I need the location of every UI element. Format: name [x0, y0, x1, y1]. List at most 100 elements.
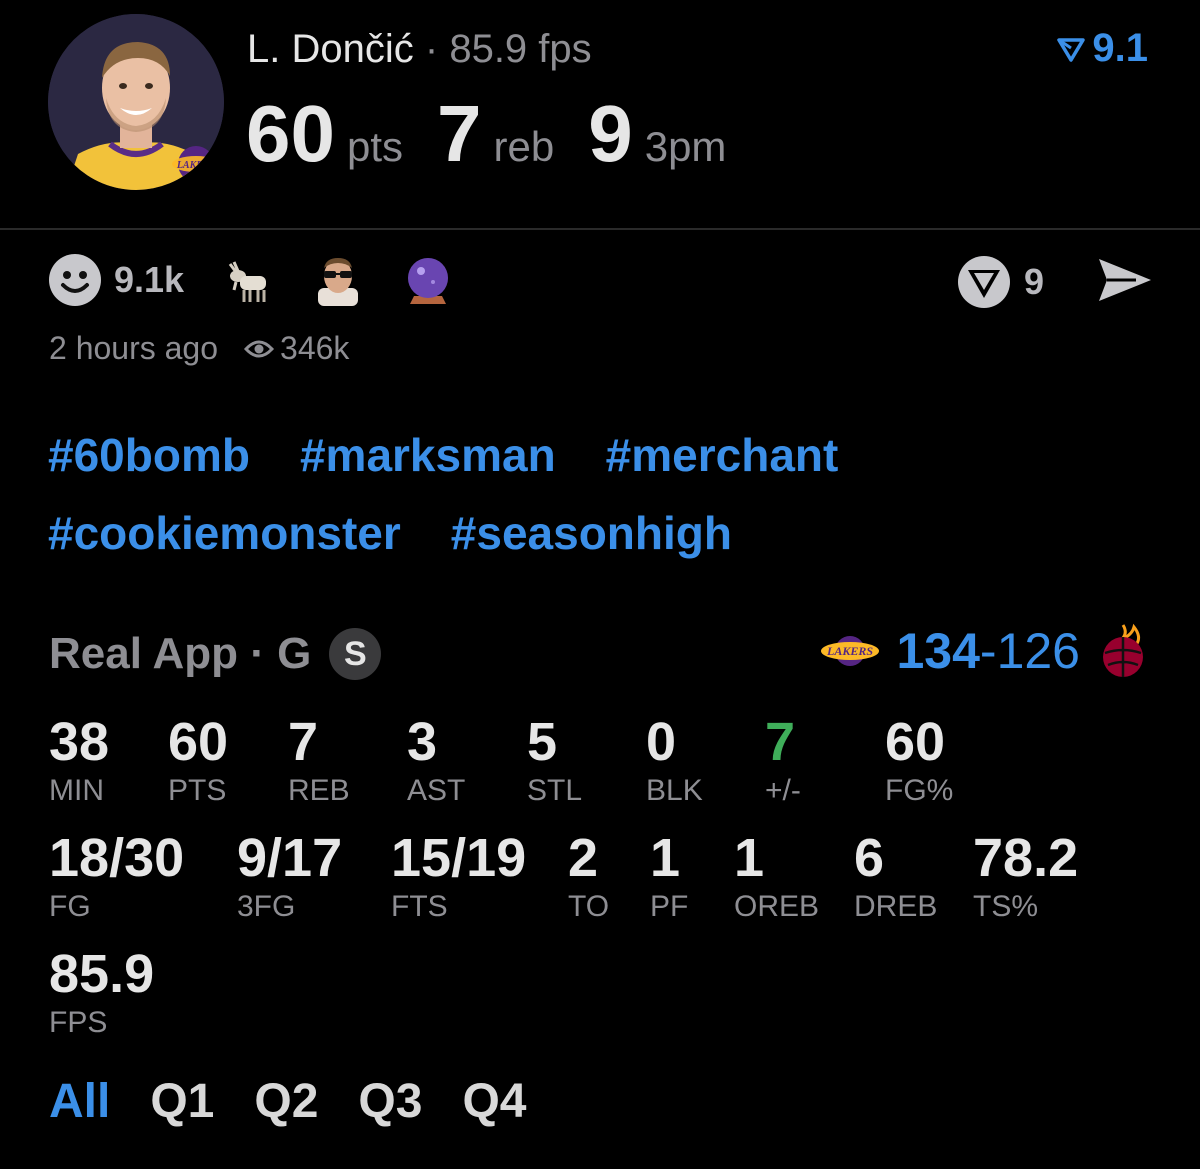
stat-fts: 15/19 FTS — [391, 828, 526, 924]
player-name[interactable]: L. Dončić — [247, 27, 414, 71]
stat-value: 85.9 — [49, 944, 155, 1004]
stat-fg-pct: 60 FG% — [885, 712, 953, 808]
stat-value: 9/17 — [237, 828, 343, 888]
stat-ast: 3 AST — [407, 712, 465, 808]
headline-stat-unit: 3pm — [644, 123, 727, 170]
hashtag[interactable]: #cookiemonster — [48, 506, 401, 584]
headline-stat-value: 7 — [437, 89, 482, 178]
tab-q3[interactable]: Q3 — [358, 1074, 422, 1129]
stat-value: 3 — [407, 712, 438, 772]
stat-value: 18/30 — [49, 828, 185, 888]
svg-text:LAKERS: LAKERS — [176, 160, 216, 171]
goat-emoji-icon[interactable] — [222, 254, 274, 306]
rating-value: 9.1 — [1092, 26, 1148, 70]
svg-text:LAKERS: LAKERS — [826, 644, 873, 658]
stat-fps: 85.9 FPS — [49, 944, 154, 1040]
stat-label: 3FG — [237, 890, 296, 923]
hashtag-row: #cookiemonster #seasonhigh — [48, 506, 1148, 584]
eye-icon — [244, 340, 275, 357]
stat-value: 78.2 — [973, 828, 1079, 888]
stat-value: 15/19 — [391, 828, 527, 888]
home-score: 134 — [896, 623, 980, 679]
stat-oreb: 1 OREB — [734, 828, 819, 924]
stat-min: 38 MIN — [49, 712, 109, 808]
send-icon[interactable] — [1096, 256, 1154, 304]
stat-label: PF — [650, 890, 689, 923]
hashtag[interactable]: #60bomb — [48, 428, 250, 506]
vote-count: 9 — [1024, 261, 1045, 302]
stat-ts-pct: 78.2 TS% — [973, 828, 1078, 924]
stat-label: MIN — [49, 774, 104, 807]
vote-badge[interactable]: 9 — [956, 254, 1044, 310]
player-avatar[interactable]: LAKERS — [48, 14, 224, 190]
post-meta: 2 hours ago 346k — [49, 330, 349, 367]
rating-badge[interactable]: 9.1 — [1056, 26, 1148, 71]
stat-plus-minus: 7 +/- — [765, 712, 801, 808]
time-ago: 2 hours ago — [49, 330, 219, 366]
period-tabs: All Q1 Q2 Q3 Q4 — [49, 1074, 566, 1129]
s-badge[interactable]: S — [329, 628, 382, 680]
tab-q4[interactable]: Q4 — [462, 1074, 526, 1129]
stat-label: BLK — [646, 774, 703, 807]
away-score: 126 — [996, 623, 1080, 679]
stat-pts: 60 PTS — [168, 712, 228, 808]
stat-value: 1 — [734, 828, 765, 888]
stat-value: 2 — [568, 828, 599, 888]
reaction-count: 9.1k — [114, 259, 185, 300]
game-score[interactable]: LAKERS 134 - 126 — [820, 622, 1148, 680]
stat-value: 1 — [650, 828, 681, 888]
stat-to: 2 TO — [568, 828, 609, 924]
fantasy-points: 85.9 fps — [449, 27, 592, 71]
stat-value: 0 — [646, 712, 677, 772]
stat-value: 7 — [288, 712, 319, 772]
crystal-ball-emoji-icon[interactable] — [402, 254, 454, 306]
headline-stat-value: 60 — [246, 89, 335, 178]
headline-stat-unit: reb — [493, 123, 555, 170]
stat-value: 60 — [168, 712, 229, 772]
player-name-row: L. Dončić · 85.9 fps — [247, 26, 592, 72]
smile-reaction-icon[interactable] — [48, 253, 102, 307]
sunglasses-face-emoji-icon[interactable] — [312, 254, 364, 306]
app-label: Real App · G — [49, 629, 312, 678]
stat-blk: 0 BLK — [646, 712, 703, 808]
hashtag-row: #60bomb #marksman #merchant — [48, 428, 1148, 506]
hashtag[interactable]: #seasonhigh — [451, 506, 732, 584]
header-divider — [0, 228, 1200, 230]
stat-label: STL — [527, 774, 583, 807]
stat-label: TO — [568, 890, 610, 923]
stat-3fg: 9/17 3FG — [237, 828, 342, 924]
stat-value: 5 — [527, 712, 558, 772]
hashtags: #60bomb #marksman #merchant #cookiemonst… — [48, 428, 1148, 584]
stat-value: 6 — [854, 828, 885, 888]
tab-q1[interactable]: Q1 — [150, 1074, 214, 1129]
player-photo: LAKERS — [48, 14, 224, 190]
hashtag[interactable]: #marksman — [300, 428, 556, 506]
tab-q2[interactable]: Q2 — [254, 1074, 318, 1129]
stat-label: FG% — [885, 774, 954, 807]
heat-logo-icon — [1103, 623, 1143, 677]
stat-label: TS% — [973, 890, 1039, 923]
lakers-logo-icon: LAKERS — [821, 636, 880, 666]
headline-stat-value: 9 — [588, 89, 633, 178]
hashtag[interactable]: #merchant — [606, 428, 839, 506]
reactions-row: 9.1k — [48, 252, 492, 308]
stat-label: FPS — [49, 1006, 108, 1039]
tab-all[interactable]: All — [49, 1074, 110, 1129]
stat-value: 38 — [49, 712, 110, 772]
game-source-row: Real App · G S — [49, 628, 382, 680]
stat-label: AST — [407, 774, 466, 807]
stat-pf: 1 PF — [650, 828, 688, 924]
stat-label: FTS — [391, 890, 448, 923]
stat-label: FG — [49, 890, 91, 923]
stat-label: +/- — [765, 774, 801, 807]
stat-value: 7 — [765, 712, 796, 772]
score-dash: - — [979, 623, 997, 679]
headline-stat-line: 60 pts 7 reb 9 3pm — [246, 86, 760, 182]
views-value: 346k — [280, 330, 350, 366]
stat-label: PTS — [168, 774, 227, 807]
stat-reb: 7 REB — [288, 712, 350, 808]
stat-fg: 18/30 FG — [49, 828, 184, 924]
stat-value: 60 — [885, 712, 946, 772]
vote-icon — [958, 256, 1010, 308]
stat-dreb: 6 DREB — [854, 828, 937, 924]
